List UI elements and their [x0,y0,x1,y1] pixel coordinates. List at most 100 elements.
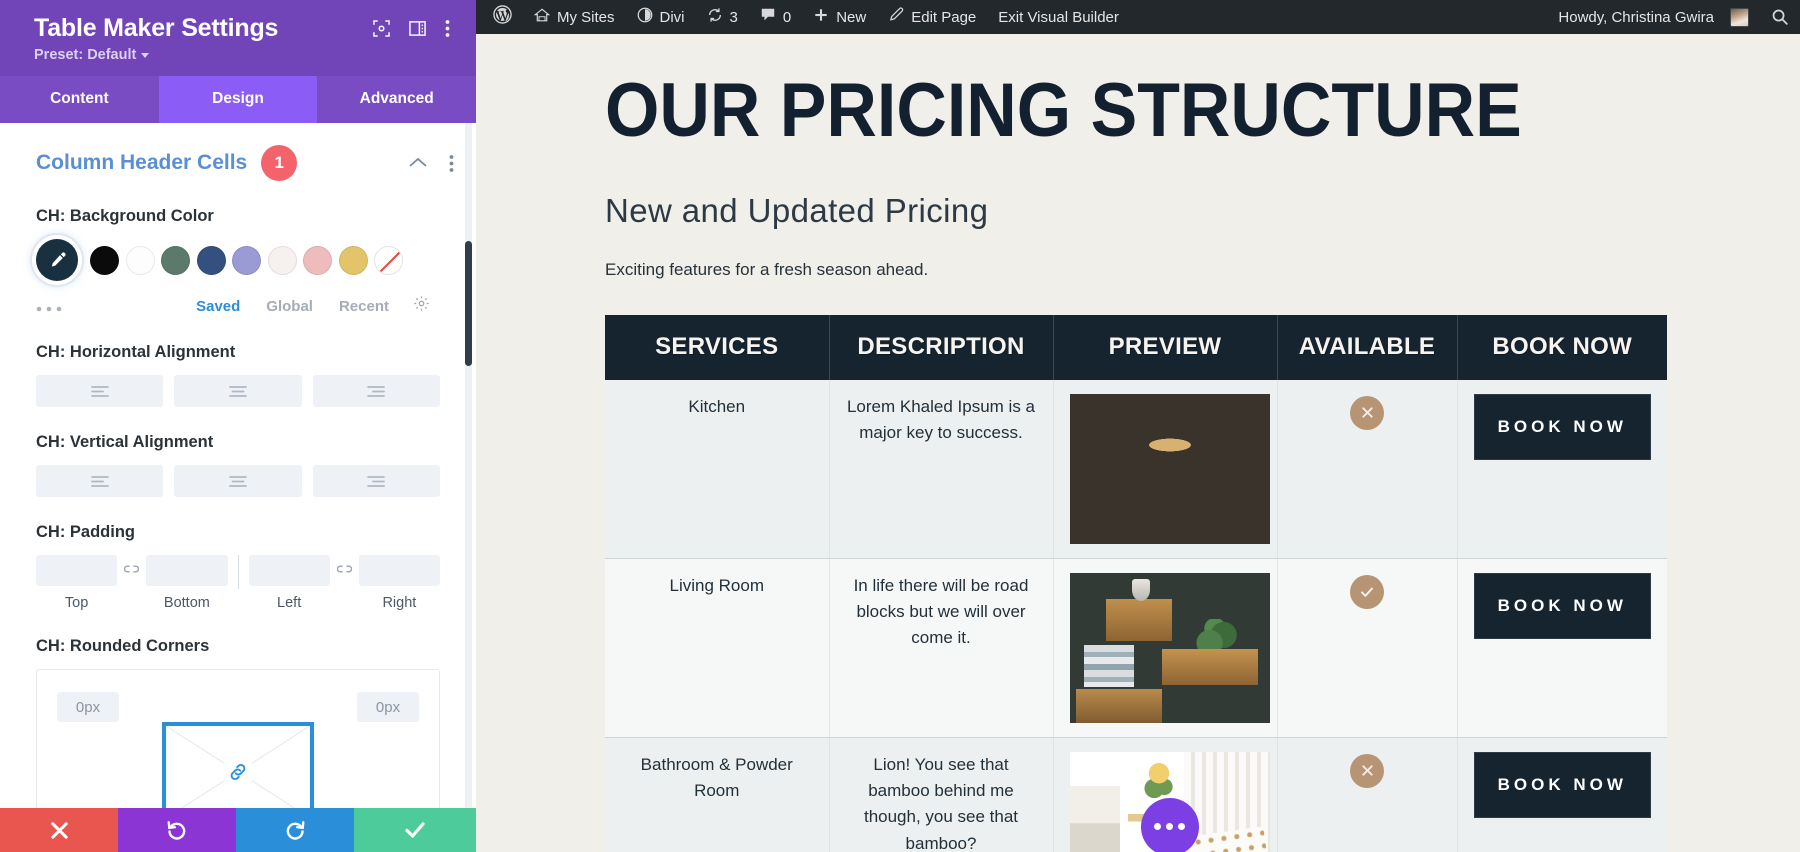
link-sync-icon[interactable] [117,562,146,577]
settings-tabs: Content Design Advanced [0,76,476,123]
swatch-sage-green[interactable] [161,245,190,275]
align-top-icon[interactable] [36,465,164,497]
color-picker[interactable] [36,239,78,281]
redo-button[interactable] [236,808,354,852]
page-intro-text: Exciting features for a fresh season ahe… [605,259,929,279]
align-right-icon[interactable] [312,375,440,407]
save-button[interactable] [354,808,476,852]
color-tab-saved[interactable]: Saved [196,298,240,315]
avatar [1730,7,1749,27]
cell-available [1277,558,1458,738]
padding-divider [237,555,239,589]
cancel-button[interactable] [0,808,118,852]
swatch-mustard[interactable] [338,245,368,275]
sites-icon [533,8,551,27]
column-header-available[interactable]: AVAILABLE [1277,314,1458,380]
section-more-icon[interactable] [449,154,454,173]
chevron-down-icon [141,52,150,58]
field-label-vertical-alignment: CH: Vertical Alignment [36,433,214,451]
more-vertical-icon[interactable] [445,19,450,38]
swatch-periwinkle[interactable] [232,245,261,275]
wordpress-logo-icon[interactable] [482,0,523,34]
column-header-services[interactable]: SERVICES [605,314,830,380]
book-now-button[interactable]: BOOK NOW [1473,572,1651,640]
cell-service: Living Room [605,558,830,738]
exit-visual-builder-link[interactable]: Exit Visual Builder [987,0,1130,34]
settings-footer [0,808,476,852]
column-header-preview[interactable]: PREVIEW [1053,314,1278,380]
layout-panel-icon[interactable] [409,20,426,37]
padding-top-label: Top [64,595,89,611]
color-tab-recent[interactable]: Recent [339,298,389,315]
search-icon[interactable] [1760,0,1800,34]
swatch-white[interactable] [125,245,155,275]
align-middle-icon[interactable] [174,465,302,497]
padding-right-input[interactable] [358,555,440,586]
cell-preview [1053,558,1278,738]
account-menu[interactable]: Howdy, Christina Gwira [1547,0,1760,34]
preset-selector[interactable]: Preset: Default [34,47,150,63]
field-ch-horizontal-alignment: CH: Horizontal Alignment [0,343,476,407]
padding-left-input[interactable] [248,555,330,586]
column-header-book-now[interactable]: BOOK NOW [1457,314,1667,380]
tab-advanced[interactable]: Advanced [317,76,476,123]
cell-preview [1053,737,1278,852]
swatch-navy-blue[interactable] [196,245,226,275]
field-ch-background-color: CH: Background Color Saved Global Recent [0,207,476,317]
column-header-description[interactable]: DESCRIPTION [829,314,1054,380]
book-now-button[interactable]: BOOK NOW [1473,393,1651,461]
swatch-no-color[interactable] [374,245,403,275]
swatch-blush-pink[interactable] [303,245,332,275]
cell-description: Lorem Khaled Ipsum is a major key to suc… [829,379,1054,559]
book-now-button[interactable]: BOOK NOW [1473,751,1651,819]
my-sites-menu[interactable]: My Sites [523,0,626,34]
link-icon[interactable] [224,758,252,786]
my-sites-label: My Sites [557,8,615,26]
cell-service: Kitchen [605,379,830,559]
link-sync-icon-2[interactable] [330,562,359,577]
color-tab-global[interactable]: Global [266,298,313,315]
section-column-header-cells[interactable]: Column Header Cells 1 [0,123,476,181]
settings-scrollbar-thumb[interactable] [465,241,472,366]
check-circle-icon [1350,574,1384,609]
wordpress-viewport: My Sites Divi 3 0 New Edit Page Exit Vis… [476,0,1800,852]
edit-page-link[interactable]: Edit Page [877,0,987,34]
undo-button[interactable] [118,808,236,852]
comments-indicator[interactable]: 0 [749,0,802,34]
table-row: Living Room In life there will be road b… [605,558,1667,738]
divi-menu[interactable]: Divi [626,0,696,34]
view-fullscreen-icon[interactable] [373,20,390,37]
ellipsis-icon[interactable] [36,301,62,312]
corner-top-right-input[interactable]: 0px [357,692,419,722]
preset-label: Preset: Default [34,47,137,63]
settings-scrollbar-track[interactable] [465,123,472,808]
field-ch-padding: CH: Padding Top Bottom Left Right [0,523,476,611]
pricing-table: SERVICES DESCRIPTION PREVIEW AVAILABLE B… [605,314,1667,852]
table-row: Bathroom & Powder Room Lion! You see tha… [605,737,1667,852]
align-center-icon[interactable] [174,375,302,407]
corner-top-left-input[interactable]: 0px [57,692,119,722]
corner-preview-box [162,722,314,808]
tab-content[interactable]: Content [0,76,159,123]
comment-icon [760,7,776,27]
new-content-menu[interactable]: New [802,0,877,34]
swatch-black[interactable] [90,245,119,275]
divi-module-options-icon[interactable] [1140,797,1199,852]
pencil-icon [888,7,904,27]
page-heading: OUR PRICING STRUCTURE [605,68,1522,153]
padding-bottom-input[interactable] [146,555,228,586]
padding-top-input[interactable] [36,555,118,586]
tab-design[interactable]: Design [158,76,318,123]
gear-icon[interactable] [413,295,430,317]
bathroom-interior-photo [1069,751,1270,852]
padding-left-label: Left [277,595,302,611]
padding-right-label: Right [382,595,417,611]
chevron-up-icon[interactable] [409,153,427,173]
cell-service: Bathroom & Powder Room [605,737,830,852]
plus-icon [813,7,829,27]
align-bottom-icon[interactable] [312,465,440,497]
swatch-off-white[interactable] [267,245,297,275]
updates-indicator[interactable]: 3 [696,0,749,34]
align-left-icon[interactable] [36,375,164,407]
table-maker-settings-panel: Table Maker Settings Preset: Default Con… [0,0,476,852]
